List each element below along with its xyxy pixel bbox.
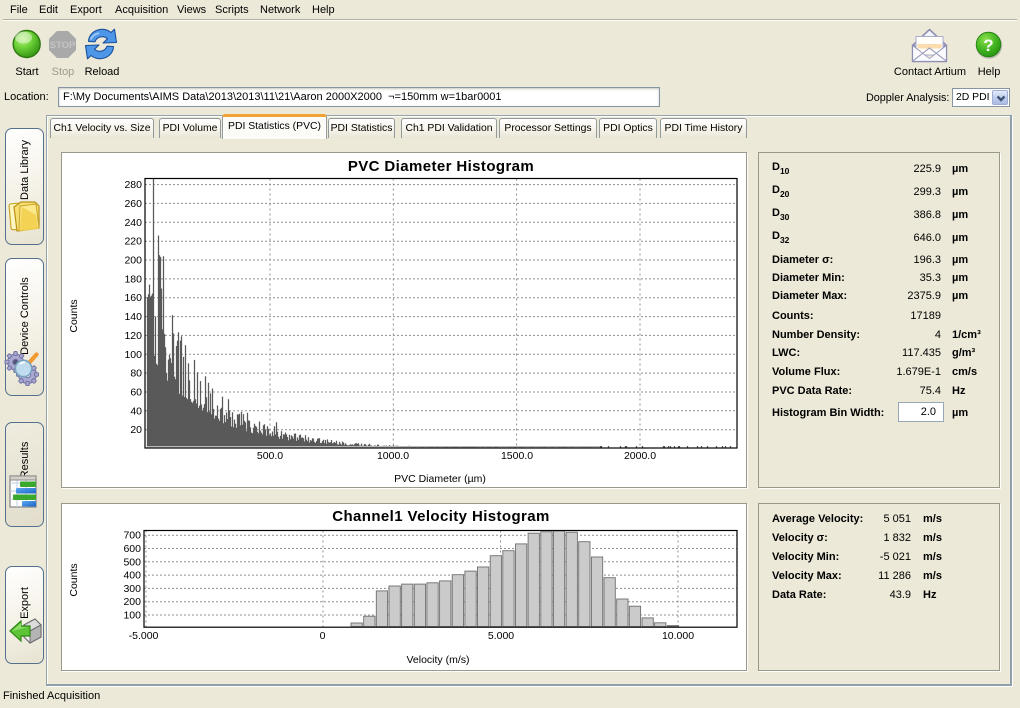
- svg-text:100: 100: [123, 610, 141, 622]
- svg-text:1000.0: 1000.0: [377, 450, 409, 462]
- svg-text:Channel1 Velocity Histogram: Channel1 Velocity Histogram: [332, 508, 550, 525]
- svg-text:180: 180: [124, 273, 142, 285]
- svg-text:200: 200: [123, 596, 141, 608]
- svg-text:120: 120: [124, 330, 142, 342]
- svg-text:280: 280: [124, 179, 142, 191]
- svg-text:240: 240: [124, 217, 142, 229]
- svg-text:600: 600: [123, 543, 141, 555]
- svg-text:0: 0: [320, 630, 326, 642]
- svg-text:60: 60: [130, 387, 142, 399]
- svg-text:100: 100: [124, 349, 142, 361]
- svg-text:80: 80: [130, 368, 142, 380]
- svg-text:40: 40: [130, 405, 142, 417]
- svg-text:160: 160: [124, 292, 142, 304]
- svg-text:700: 700: [123, 530, 141, 542]
- svg-text:Counts: Counts: [68, 563, 80, 596]
- svg-text:20: 20: [130, 424, 142, 436]
- svg-text:5.000: 5.000: [488, 630, 514, 642]
- svg-text:300: 300: [123, 583, 141, 595]
- svg-text:10.000: 10.000: [662, 630, 694, 642]
- svg-text:500.0: 500.0: [257, 450, 283, 462]
- svg-text:1500.0: 1500.0: [501, 450, 533, 462]
- svg-text:-5.000: -5.000: [129, 630, 159, 642]
- svg-text:500: 500: [123, 556, 141, 568]
- svg-text:260: 260: [124, 198, 142, 210]
- svg-text:PVC Diameter Histogram: PVC Diameter Histogram: [348, 158, 534, 175]
- svg-text:400: 400: [123, 570, 141, 582]
- svg-text:140: 140: [124, 311, 142, 323]
- svg-text:200: 200: [124, 255, 142, 267]
- svg-text:Counts: Counts: [68, 299, 80, 332]
- svg-text:Velocity (m/s): Velocity (m/s): [406, 654, 469, 666]
- svg-text:220: 220: [124, 236, 142, 248]
- svg-text:?: ?: [983, 36, 993, 55]
- svg-text:PVC Diameter (µm): PVC Diameter (µm): [394, 473, 486, 485]
- svg-text:STOP: STOP: [50, 40, 76, 51]
- svg-text:2000.0: 2000.0: [624, 450, 656, 462]
